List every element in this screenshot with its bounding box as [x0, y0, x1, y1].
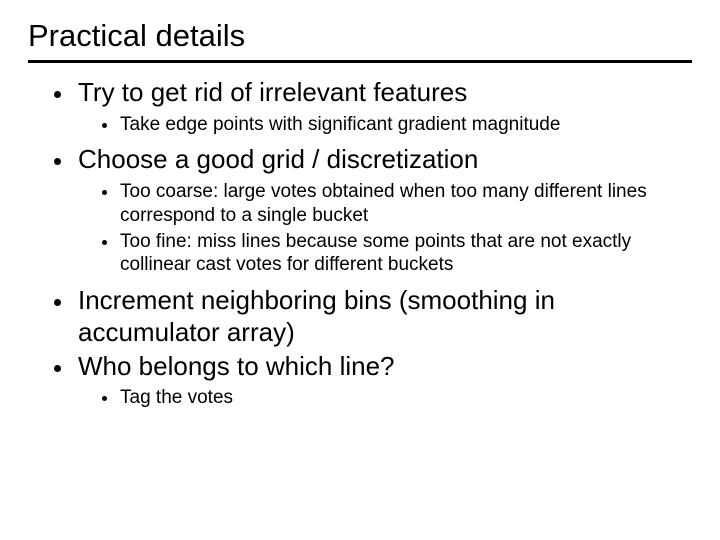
- sub-list: Take edge points with significant gradie…: [78, 113, 692, 137]
- list-item: Choose a good grid / discretization Too …: [74, 144, 692, 277]
- bullet-text: Try to get rid of irrelevant features: [78, 77, 467, 107]
- bullet-text: Choose a good grid / discretization: [78, 144, 478, 174]
- slide-title: Practical details: [28, 18, 692, 56]
- list-item: Try to get rid of irrelevant features Ta…: [74, 77, 692, 136]
- bullet-text: Too fine: miss lines because some points…: [120, 231, 631, 276]
- list-item: Tag the votes: [118, 386, 692, 410]
- bullet-text: Too coarse: large votes obtained when to…: [120, 181, 647, 226]
- bullet-text: Take edge points with significant gradie…: [120, 114, 560, 135]
- sub-list: Too coarse: large votes obtained when to…: [78, 180, 692, 277]
- list-item: Who belongs to which line? Tag the votes: [74, 351, 692, 410]
- list-item: Take edge points with significant gradie…: [118, 113, 692, 137]
- title-rule: [28, 60, 692, 63]
- bullet-list: Try to get rid of irrelevant features Ta…: [28, 77, 692, 410]
- bullet-text: Tag the votes: [120, 387, 233, 408]
- list-item: Too coarse: large votes obtained when to…: [118, 180, 692, 228]
- bullet-text: Who belongs to which line?: [78, 351, 395, 381]
- sub-list: Tag the votes: [78, 386, 692, 410]
- slide: Practical details Try to get rid of irre…: [0, 0, 720, 540]
- list-item: Too fine: miss lines because some points…: [118, 230, 692, 278]
- list-item: Increment neighboring bins (smoothing in…: [74, 285, 692, 348]
- bullet-text: Increment neighboring bins (smoothing in…: [78, 285, 555, 347]
